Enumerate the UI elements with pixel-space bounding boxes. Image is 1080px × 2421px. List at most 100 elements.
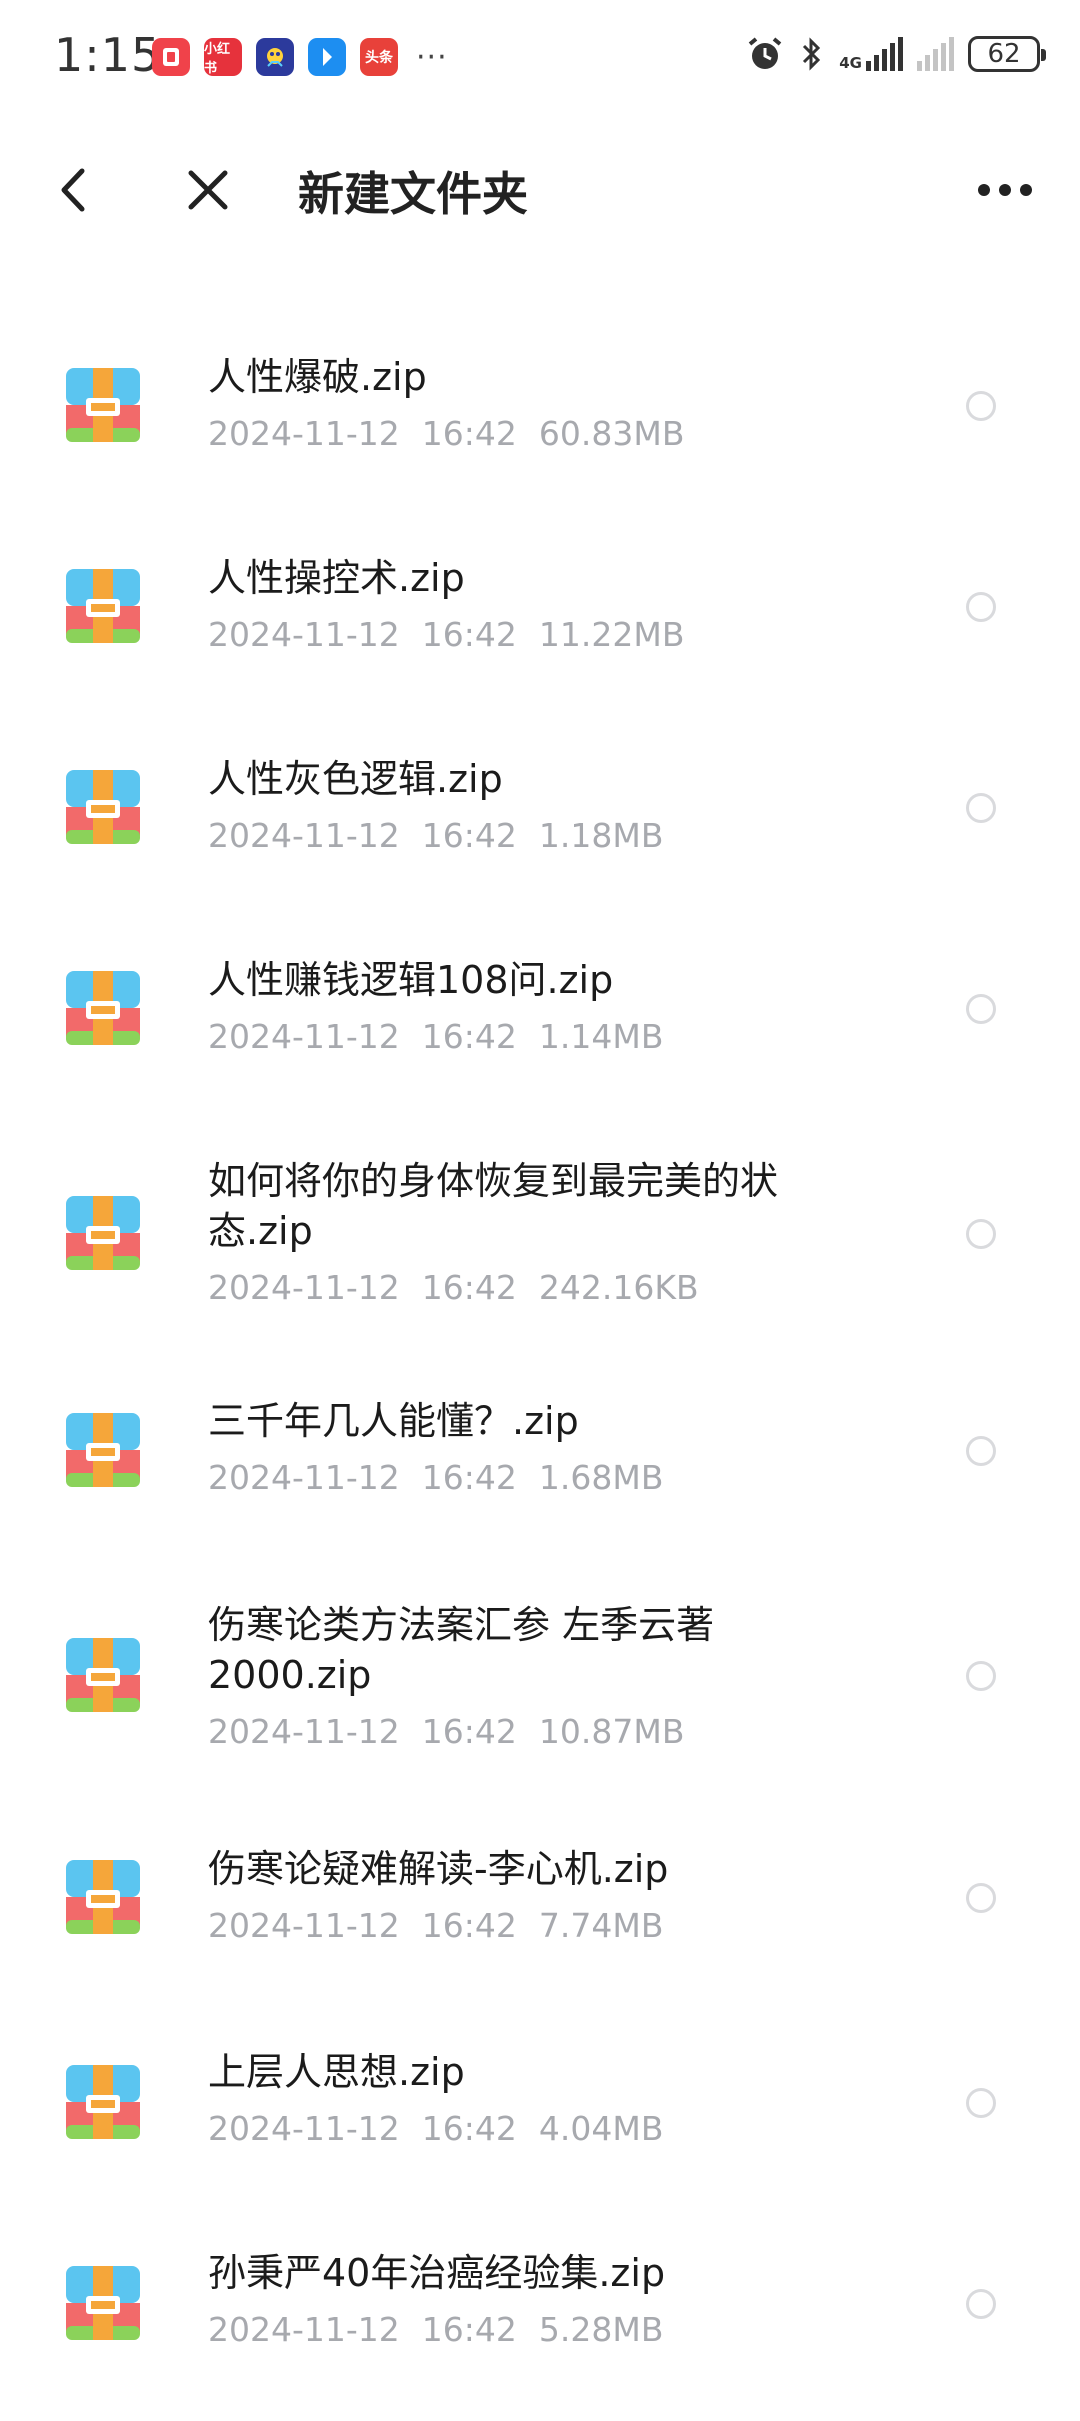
file-text: 人性操控术.zip 2024-11-12 16:42 11.22MB xyxy=(208,553,848,657)
file-text: 人性赚钱逻辑108问.zip 2024-11-12 16:42 1.14MB xyxy=(208,955,848,1059)
zip-archive-icon xyxy=(66,1638,140,1712)
xiaohongshu-icon: 小红书 xyxy=(204,38,242,76)
select-checkbox[interactable] xyxy=(966,994,996,1024)
file-meta: 2024-11-12 16:42 1.18MB xyxy=(208,814,848,858)
select-checkbox[interactable] xyxy=(966,391,996,421)
file-name: 三千年几人能懂？.zip xyxy=(208,1399,579,1443)
select-checkbox[interactable] xyxy=(966,793,996,823)
list-item[interactable]: 人性灰色逻辑.zip 2024-11-12 16:42 1.18MB xyxy=(0,732,1080,933)
select-checkbox[interactable] xyxy=(966,1436,996,1466)
file-text: 人性爆破.zip 2024-11-12 16:42 60.83MB xyxy=(208,352,848,456)
file-size: 5.28MB xyxy=(538,2310,664,2349)
file-meta: 2024-11-12 16:42 7.74MB xyxy=(208,1904,848,1948)
file-meta: 2024-11-12 16:42 242.16KB xyxy=(208,1266,848,1310)
file-time: 16:42 xyxy=(421,2109,517,2148)
file-time: 16:42 xyxy=(421,1906,517,1945)
more-options-button[interactable] xyxy=(970,160,1040,220)
select-checkbox[interactable] xyxy=(966,1883,996,1913)
file-text: 三千年几人能懂？.zip 2024-11-12 16:42 1.68MB xyxy=(208,1396,848,1500)
file-text: 伤寒论疑难解读-李心机.zip 2024-11-12 16:42 7.74MB xyxy=(208,1844,848,1948)
battery-level: 62 xyxy=(987,39,1021,69)
bluetooth-icon xyxy=(803,37,821,71)
file-name: 孙秉严40年治癌经验集.zip xyxy=(208,2251,666,2295)
system-icons: 4G 62 xyxy=(745,34,1046,74)
select-checkbox[interactable] xyxy=(966,592,996,622)
file-time: 16:42 xyxy=(421,1268,517,1307)
file-meta: 2024-11-12 16:42 1.14MB xyxy=(208,1015,848,1059)
page-title: 新建文件夹 xyxy=(298,167,528,221)
file-date: 2024-11-12 xyxy=(208,2109,400,2148)
select-checkbox[interactable] xyxy=(966,1661,996,1691)
file-date: 2024-11-12 xyxy=(208,1458,400,1497)
list-item[interactable]: 三千年几人能懂？.zip 2024-11-12 16:42 1.68MB xyxy=(0,1382,1080,1570)
list-item[interactable]: 如何将你的身体恢复到最完美的状态.zip 2024-11-12 16:42 242.… xyxy=(0,1134,1080,1382)
file-size: 11.22MB xyxy=(538,615,685,654)
list-item[interactable]: 伤寒论类方法案汇参 左季云著2000.zip 2024-11-12 16:42 10… xyxy=(0,1570,1080,1818)
clock: 1:15 xyxy=(54,28,162,82)
file-name: 伤寒论疑难解读-李心机.zip xyxy=(208,1847,669,1891)
list-item[interactable]: 人性爆破.zip 2024-11-12 16:42 60.83MB xyxy=(0,330,1080,531)
notification-icons: 小红书 头条 ··· xyxy=(152,38,448,76)
close-icon xyxy=(188,170,228,210)
network-type-label: 4G xyxy=(839,54,862,72)
file-date: 2024-11-12 xyxy=(208,414,400,453)
file-size: 60.83MB xyxy=(538,414,685,453)
zip-archive-icon xyxy=(66,368,140,442)
file-meta: 2024-11-12 16:42 60.83MB xyxy=(208,412,848,456)
zip-archive-icon xyxy=(66,569,140,643)
back-button[interactable] xyxy=(48,160,98,220)
blue-app-icon xyxy=(308,38,346,76)
zip-archive-icon xyxy=(66,770,140,844)
file-meta: 2024-11-12 16:42 11.22MB xyxy=(208,613,848,657)
file-time: 16:42 xyxy=(421,615,517,654)
file-date: 2024-11-12 xyxy=(208,1268,400,1307)
file-text: 上层人思想.zip 2024-11-12 16:42 4.04MB xyxy=(208,2047,848,2151)
file-time: 16:42 xyxy=(421,816,517,855)
file-size: 1.14MB xyxy=(538,1017,664,1056)
select-checkbox[interactable] xyxy=(966,1219,996,1249)
file-size: 1.18MB xyxy=(538,816,664,855)
list-item[interactable]: 孙秉严40年治癌经验集.zip 2024-11-12 16:42 5.28MB xyxy=(0,2220,1080,2421)
file-list: 人性爆破.zip 2024-11-12 16:42 60.83MB 人性操控术.zi… xyxy=(0,330,1080,2421)
zip-archive-icon xyxy=(66,2266,140,2340)
file-date: 2024-11-12 xyxy=(208,2310,400,2349)
file-size: 10.87MB xyxy=(538,1712,685,1751)
list-item[interactable]: 人性赚钱逻辑108问.zip 2024-11-12 16:42 1.14MB xyxy=(0,933,1080,1134)
file-date: 2024-11-12 xyxy=(208,816,400,855)
sim2-signal-icon xyxy=(917,37,954,71)
file-text: 如何将你的身体恢复到最完美的状态.zip 2024-11-12 16:42 242.… xyxy=(208,1156,848,1310)
file-meta: 2024-11-12 16:42 4.04MB xyxy=(208,2107,848,2151)
file-time: 16:42 xyxy=(421,1712,517,1751)
file-name: 如何将你的身体恢复到最完美的状态.zip xyxy=(208,1159,779,1253)
file-size: 4.04MB xyxy=(538,2109,664,2148)
close-button[interactable] xyxy=(178,160,238,220)
file-name: 人性赚钱逻辑108问.zip xyxy=(208,958,614,1002)
select-checkbox[interactable] xyxy=(966,2088,996,2118)
toutiao-icon: 头条 xyxy=(360,38,398,76)
file-time: 16:42 xyxy=(421,2310,517,2349)
file-time: 16:42 xyxy=(421,1017,517,1056)
file-size: 1.68MB xyxy=(538,1458,664,1497)
list-item[interactable]: 伤寒论疑难解读-李心机.zip 2024-11-12 16:42 7.74MB xyxy=(0,1818,1080,2019)
file-name: 人性操控术.zip xyxy=(208,556,465,600)
list-item[interactable]: 上层人思想.zip 2024-11-12 16:42 4.04MB xyxy=(0,2019,1080,2220)
select-checkbox[interactable] xyxy=(966,2289,996,2319)
alarm-icon xyxy=(748,37,782,69)
file-name: 伤寒论类方法案汇参 左季云著2000.zip xyxy=(208,1603,715,1697)
status-bar: 1:15 小红书 头条 ··· 4G 62 xyxy=(0,0,1080,110)
file-time: 16:42 xyxy=(421,1458,517,1497)
file-date: 2024-11-12 xyxy=(208,1712,400,1751)
battery-icon: 62 xyxy=(968,36,1046,72)
app-red-icon xyxy=(152,38,190,76)
file-meta: 2024-11-12 16:42 1.68MB xyxy=(208,1456,848,1500)
zip-archive-icon xyxy=(66,1860,140,1934)
file-name: 人性爆破.zip xyxy=(208,355,427,399)
chevron-left-icon xyxy=(61,168,85,212)
file-text: 伤寒论类方法案汇参 左季云著2000.zip 2024-11-12 16:42 10… xyxy=(208,1600,848,1754)
zip-archive-icon xyxy=(66,2065,140,2139)
more-horizontal-icon xyxy=(978,184,1032,196)
signal-strength-icon xyxy=(866,37,903,71)
file-name: 人性灰色逻辑.zip xyxy=(208,757,503,801)
list-item[interactable]: 人性操控术.zip 2024-11-12 16:42 11.22MB xyxy=(0,531,1080,732)
file-meta: 2024-11-12 16:42 10.87MB xyxy=(208,1710,848,1754)
